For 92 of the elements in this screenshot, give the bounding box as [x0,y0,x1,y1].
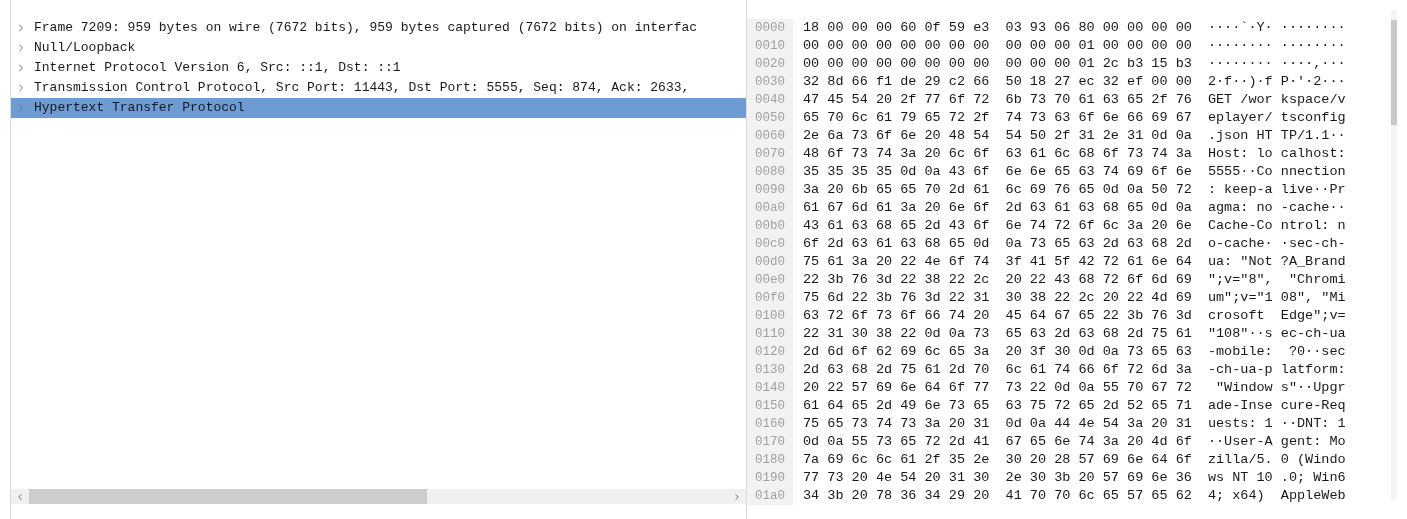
offset-label: 0090 [755,182,785,199]
hex-bytes: 20 22 57 69 6e 64 6f 77 73 22 0d 0a 55 70 67 72 [803,379,1192,397]
hex-bytes: 0d 0a 55 73 65 72 2d 41 67 65 6e 74 3a 20 4d 6f [803,433,1192,451]
hex-bytes: 22 3b 76 3d 22 38 22 2c 20 22 43 68 72 6f 6d 69 [803,271,1192,289]
offset-label: 0100 [755,308,785,325]
hex-bytes: 65 70 6c 61 79 65 72 2f 74 73 63 6f 6e 66 69 67 [803,109,1192,127]
ascii-text: -mobile: ?0··sec [1207,343,1346,361]
hex-bytes: 32 8d 66 f1 de 29 c2 66 50 18 27 ec 32 ef 00 00 [803,73,1192,91]
offset-label: 00b0 [755,218,785,235]
offset-label: 00f0 [755,290,785,307]
offset-label: 0040 [755,92,785,109]
offset-label: 01a0 [755,488,785,505]
offset-label: 0060 [755,128,785,145]
offset-label: 0150 [755,398,785,415]
offset-label: 00e0 [755,272,785,289]
offset-label: 0000 [755,20,785,37]
ascii-text: ua: "Not ?A_Brand [1207,253,1346,271]
ascii-text: ········ ········ [1207,37,1346,55]
ascii-text: ··User-A gent: Mo [1207,433,1346,451]
ascii-text: 2·f··)·f P·'·2··· [1207,73,1346,91]
hex-bytes: 48 6f 73 74 3a 20 6c 6f 63 61 6c 68 6f 73 74 3a [803,145,1192,163]
hex-bytes: 63 72 6f 73 6f 66 74 20 45 64 67 65 22 3b 76 3d [803,307,1192,325]
offset-label: 0180 [755,452,785,469]
hex-bytes: 18 00 00 00 60 0f 59 e3 03 93 06 80 00 00 00 00 [803,19,1192,37]
ascii-text: : keep-a live··Pr [1207,181,1346,199]
ascii-text: -ch-ua-p latform: [1207,361,1346,379]
hex-bytes: 43 61 63 68 65 2d 43 6f 6e 74 72 6f 6c 3a 20 6e [803,217,1192,235]
offset-label: 0120 [755,344,785,361]
hex-bytes: 61 64 65 2d 49 6e 73 65 63 75 72 65 2d 52 65 71 [803,397,1192,415]
ascii-text: GET /wor kspace/v [1207,91,1346,109]
hex-bytes: 75 61 3a 20 22 4e 6f 74 3f 41 5f 42 72 61 6e 64 [803,253,1192,271]
offset-label: 0110 [755,326,785,343]
ascii-text: eplayer/ tsconfig [1207,109,1346,127]
tree-item[interactable]: Frame 7209: 959 bytes on wire (7672 bits), 959 bytes captured (7672 bits) on interfac [11,18,746,38]
ascii-text: ";v="8", "Chromi [1207,271,1346,289]
offset-label: 0010 [755,38,785,55]
hex-bytes: 2d 6d 6f 62 69 6c 65 3a 20 3f 30 0d 0a 73 65 63 [803,343,1192,361]
offset-label: 00d0 [755,254,785,271]
offset-label: 0160 [755,416,785,433]
ascii-text: "Window s"··Upgr [1214,379,1346,397]
hex-bytes: 75 6d 22 3b 76 3d 22 31 30 38 22 2c 20 22 4d 69 [803,289,1192,307]
ascii-text: ade-Inse cure-Req [1207,397,1346,415]
scrollbar-thumb[interactable] [29,489,427,504]
scrollbar-thumb[interactable] [1391,20,1397,125]
ascii-text: ····`·Y· ········ [1207,19,1346,37]
offset-label: 0080 [755,164,785,181]
hex-bytes: 3a 20 6b 65 65 70 2d 61 6c 69 76 65 0d 0a 50 72 [803,181,1192,199]
horizontal-scrollbar[interactable] [11,489,746,504]
offset-label: 00c0 [755,236,785,253]
scroll-right-icon[interactable] [732,491,742,502]
hex-bytes: 2e 6a 73 6f 6e 20 48 54 54 50 2f 31 2e 31 0d 0a [803,127,1192,145]
hex-bytes: 22 31 30 38 22 0d 0a 73 65 63 2d 63 68 2d 75 61 [803,325,1192,343]
ascii-text: o-cache· ·sec-ch- [1207,235,1346,253]
offset-label: 0190 [755,470,785,487]
offset-label: 0070 [755,146,785,163]
hex-bytes: 75 65 73 74 73 3a 20 31 0d 0a 44 4e 54 3a 20 31 [803,415,1192,433]
offset-label: 0050 [755,110,785,127]
ascii-text: crosoft Edge";v= [1207,307,1346,325]
offset-label: 0140 [755,380,785,397]
hex-bytes: 61 67 6d 61 3a 20 6e 6f 2d 63 61 63 68 65 0d 0a [803,199,1192,217]
hex-bytes: 6f 2d 63 61 63 68 65 0d 0a 73 65 63 2d 63 68 2d [803,235,1192,253]
ascii-text: 4; x64) AppleWeb [1207,487,1346,505]
hex-bytes: 2d 63 68 2d 75 61 2d 70 6c 61 74 66 6f 72 6d 3a [803,361,1192,379]
tree-item[interactable]: Null/Loopback [11,38,746,58]
ascii-text: ········ ····,··· [1207,55,1346,73]
tree-item[interactable]: Transmission Control Protocol, Src Port: 11443, Dst Port: 5555, Seq: 874, Ack: 2633, [11,78,746,98]
ascii-text: "108"··s ec-ch-ua [1207,325,1346,343]
scroll-left-icon[interactable] [15,491,25,502]
offset-label: 00a0 [755,200,785,217]
tree-item[interactable]: Hypertext Transfer Protocol [11,98,746,118]
ascii-text: Cache-Co ntrol: n [1207,217,1346,235]
hex-bytes: 35 35 35 35 0d 0a 43 6f 6e 6e 65 63 74 69 6f 6e [803,163,1192,181]
ascii-text: .json HT TP/1.1·· [1207,127,1346,145]
hex-bytes: 00 00 00 00 00 00 00 00 00 00 00 01 2c b3 15 b3 [803,55,1192,73]
hex-bytes: 7a 69 6c 6c 61 2f 35 2e 30 20 28 57 69 6e 64 6f [803,451,1192,469]
offset-label: 0130 [755,362,785,379]
ascii-text: um";v="1 08", "Mi [1207,289,1346,307]
hex-bytes: 77 73 20 4e 54 20 31 30 2e 30 3b 20 57 69 6e 36 [803,469,1192,487]
vertical-scrollbar[interactable] [1391,10,1397,500]
hex-bytes: 00 00 00 00 00 00 00 00 00 00 00 01 00 00 00 00 [803,37,1192,55]
offset-label: 0030 [755,74,785,91]
offset-label: 0170 [755,434,785,451]
tree-item[interactable]: Internet Protocol Version 6, Src: ::1, Dst: ::1 [11,58,746,78]
ascii-text: zilla/5. 0 (Windo [1207,451,1346,469]
hex-bytes: 34 3b 20 78 36 34 29 20 41 70 70 6c 65 57 65 62 [803,487,1192,505]
hex-bytes: 47 45 54 20 2f 77 6f 72 6b 73 70 61 63 65 2f 76 [803,91,1192,109]
ascii-text: ws NT 10 .0; Win6 [1207,469,1346,487]
ascii-text: Host: lo calhost: [1207,145,1346,163]
offset-label: 0020 [755,56,785,73]
ascii-text: 5555··Co nnection [1207,163,1346,181]
ascii-text: uests: 1 ··DNT: 1 [1207,415,1346,433]
ascii-text: agma: no -cache·· [1207,199,1346,217]
